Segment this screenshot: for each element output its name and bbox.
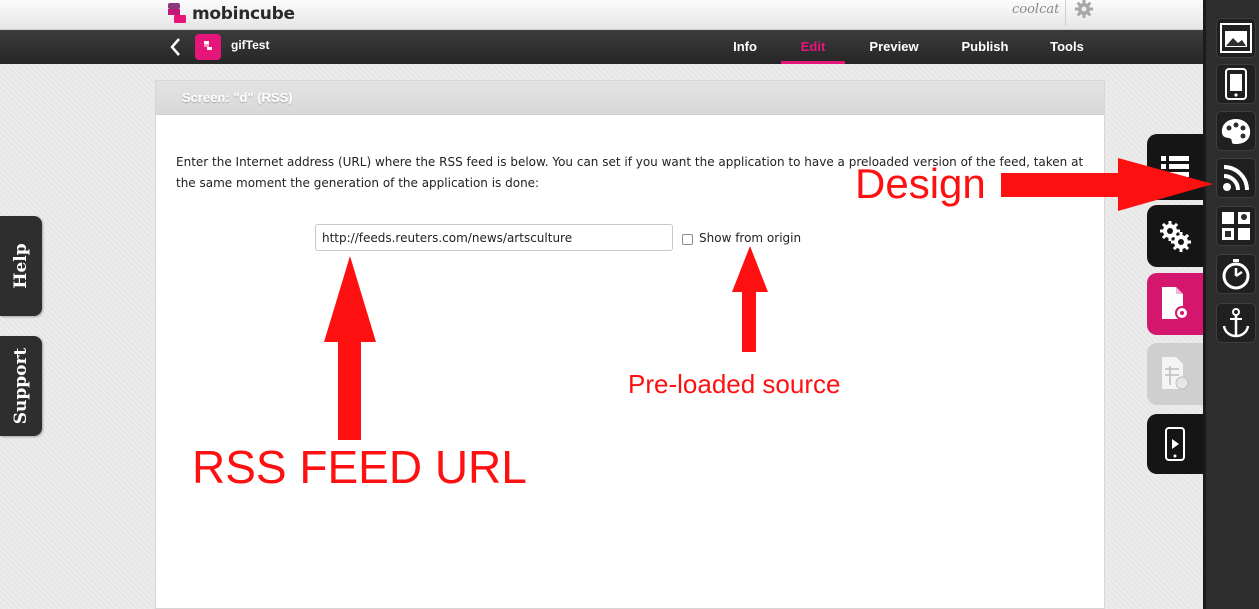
annotation-arrows xyxy=(324,158,1213,440)
rss-url-arrow xyxy=(324,256,376,440)
rss-url-annotation: RSS FEED URL xyxy=(192,441,527,493)
preloaded-arrow xyxy=(732,246,768,352)
preloaded-annotation: Pre-loaded source xyxy=(628,369,841,399)
design-annotation: Design xyxy=(855,160,986,207)
design-arrow xyxy=(1001,158,1213,211)
